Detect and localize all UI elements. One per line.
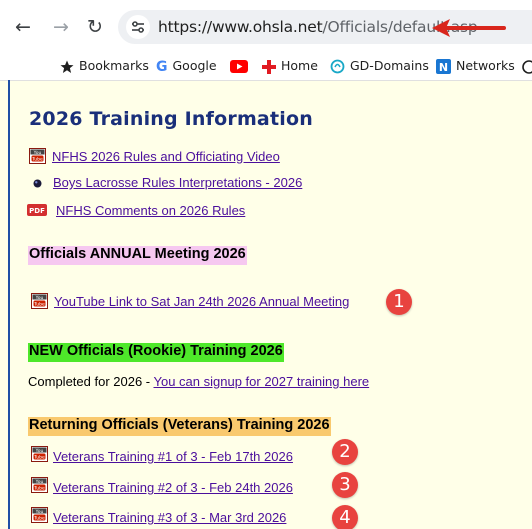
bookmark-networks[interactable]: N Networks [436,57,515,75]
globe-icon [522,59,532,74]
bookmark-overflow[interactable] [522,57,532,75]
svg-text:N: N [439,61,448,74]
bookmark-label: GD-Domains [350,58,429,73]
svg-text:You: You [35,509,44,515]
svg-text:Tube: Tube [33,302,45,308]
url-domain: https://www.ohsla.net [158,18,323,36]
svg-text:Tube: Tube [33,486,45,492]
bookmark-home[interactable]: Home [262,57,318,75]
number-badge-3: 3 [332,472,358,498]
youtube-icon: YouTube [31,477,48,493]
red-cross-icon [262,59,276,74]
youtube-icon: YouTube [31,507,48,523]
pdf-icon: PDF [27,204,47,216]
svg-text:You: You [35,295,44,301]
site-info-icon[interactable] [126,15,150,39]
back-arrow-icon[interactable]: ← [12,16,34,38]
rookie-signup-link[interactable]: You can signup for 2027 training here [154,374,370,389]
svg-text:You: You [35,448,44,454]
svg-text:PDF: PDF [29,207,45,215]
star-icon [60,60,74,73]
bookmark-youtube[interactable] [230,57,253,75]
bookmark-google[interactable]: G Google [156,57,217,75]
svg-text:Tube: Tube [31,157,43,163]
training-link-text[interactable]: NFHS Comments on 2026 Rules [56,203,245,218]
svg-text:Tube: Tube [33,455,45,461]
veterans-link-text[interactable]: Veterans Training #3 of 3 - Mar 3rd 2026 [53,510,286,525]
bookmark-label: Bookmarks [79,58,149,73]
youtube-icon [230,60,248,73]
rookie-training-row: Completed for 2026 - You can signup for … [28,374,369,392]
n-icon: N [436,59,451,74]
veterans-link-text[interactable]: Veterans Training #2 of 3 - Feb 24th 202… [53,480,293,495]
bookmark-label: Home [281,58,318,73]
youtube-icon: YouTube [31,446,48,462]
number-badge-1: 1 [386,289,412,315]
gd-icon [330,59,345,74]
veterans-link-text[interactable]: Veterans Training #1 of 3 - Feb 17th 202… [53,449,293,464]
youtube-icon: YouTube [29,148,46,164]
youtube-icon: YouTube [31,293,48,309]
training-link-text[interactable]: NFHS 2026 Rules and Officiating Video [52,149,280,164]
browser-toolbar: ← → ↻ https://www.ohsla.net/Officials/de… [0,0,532,54]
reload-icon[interactable]: ↻ [84,16,106,38]
section-annual-meeting: Officials ANNUAL Meeting 2026 [28,246,247,265]
number-badge-2: 2 [332,439,358,465]
annual-meeting-link-text[interactable]: YouTube Link to Sat Jan 24th 2026 Annual… [54,294,349,309]
svg-text:Tube: Tube [33,516,45,522]
rookie-completed-text: Completed for 2026 - [28,374,154,389]
bookmark-gd-domains[interactable]: GD-Domains [330,57,429,75]
number-badge-4: 4 [332,505,358,529]
bookmarks-bar: Bookmarks G Google Home GD-Domains N Netwo… [0,54,532,78]
forward-arrow-icon[interactable]: → [50,16,72,38]
bullet-icon [33,179,42,188]
bookmark-label: Networks [456,58,515,73]
page-title: 2026 Training Information [29,108,313,130]
bookmark-bookmarks[interactable]: Bookmarks [60,57,149,75]
svg-text:You: You [35,479,44,485]
red-arrow-icon [432,19,506,37]
section-rookie-training: NEW Officials (Rookie) Training 2026 [28,343,284,362]
left-border-rule [8,80,10,529]
svg-text:You: You [33,150,42,156]
section-veterans-training: Returning Officials (Veterans) Training … [28,417,331,436]
training-link-text[interactable]: Boys Lacrosse Rules Interpretations - 20… [53,175,302,190]
bookmark-label: Google [172,58,217,73]
google-icon: G [156,58,168,75]
